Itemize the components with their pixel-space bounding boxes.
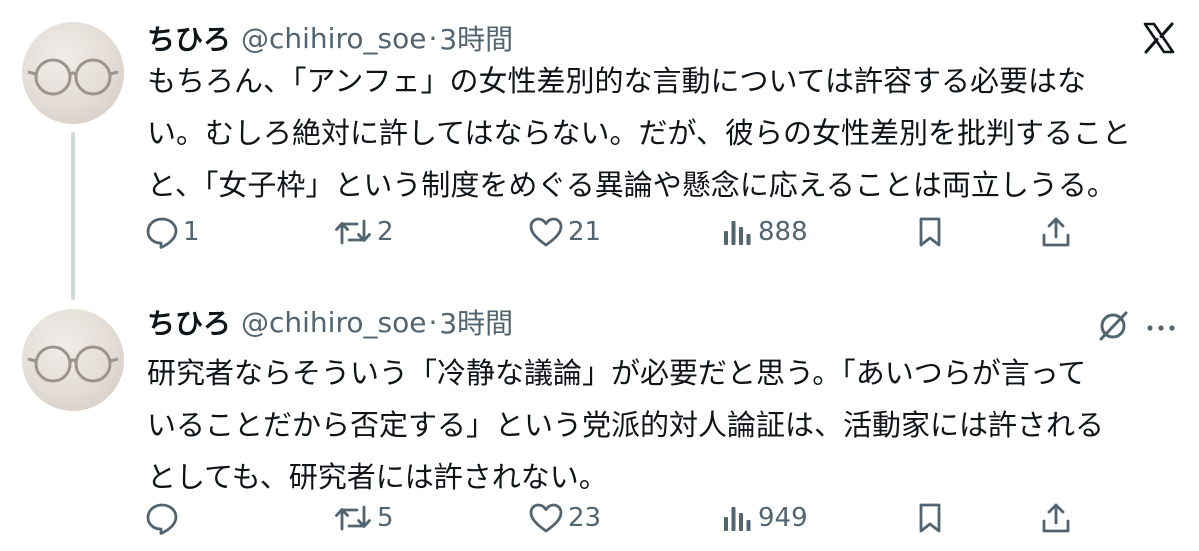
like-count: 23 (568, 503, 602, 533)
tweet-text: 研究者ならそういう「冷静な議論」が必要だと思う。「あいつらが言って いることだか… (147, 347, 1157, 503)
tweet-text: もちろん、「アンフェ」の女性差別的な言動については許容する必要はな い。むしろ絶… (147, 55, 1157, 211)
like-icon (528, 501, 564, 535)
display-name[interactable]: ちひろ (147, 18, 231, 58)
reply-count: 1 (183, 217, 200, 247)
x-logo-icon (1142, 22, 1176, 58)
tweet-header: ちひろ @chihiro_soe · 3時間 (147, 18, 513, 58)
share-icon (1039, 215, 1073, 249)
display-name[interactable]: ちひろ (147, 302, 231, 342)
repost-count: 5 (377, 503, 394, 533)
thread-line (71, 132, 75, 300)
reply-button[interactable]: 1 (145, 212, 200, 252)
share-icon (1039, 501, 1073, 535)
views-icon (720, 501, 754, 535)
tweet-text-line: い。むしろ絶対に許してはならない。だが、彼らの女性差別を批判すること (147, 116, 1131, 150)
bookmark-icon (913, 501, 947, 535)
like-icon (528, 215, 564, 249)
tweet-header: ちひろ @chihiro_soe · 3時間 (147, 302, 513, 342)
repost-icon (333, 215, 373, 249)
avatar[interactable] (22, 309, 124, 411)
views-icon (720, 215, 754, 249)
share-button[interactable] (1039, 498, 1073, 538)
tweet-2[interactable]: ちひろ @chihiro_soe · 3時間 研究者ならそういう「冷静な議論」が… (0, 300, 1199, 551)
timestamp[interactable]: 3時間 (439, 302, 513, 342)
bookmark-button[interactable] (913, 212, 947, 252)
views-button[interactable]: 888 (720, 212, 808, 252)
tweet-text-line: としても、研究者には許されない。 (147, 460, 608, 494)
like-button[interactable]: 21 (528, 212, 601, 252)
avatar[interactable] (22, 22, 124, 124)
timestamp[interactable]: 3時間 (439, 18, 513, 58)
tweet-text-line: もちろん、「アンフェ」の女性差別的な言動については許容する必要はな (147, 64, 1087, 98)
tweet-1[interactable]: ちひろ @chihiro_soe · 3時間 もちろん、「アンフェ」の女性差別的… (0, 0, 1199, 300)
tweet-text-line: いることだから否定する」という党派的対人論証は、活動家には許される (147, 408, 1105, 442)
like-count: 21 (568, 217, 602, 247)
bookmark-button[interactable] (913, 498, 947, 538)
repost-count: 2 (377, 217, 394, 247)
action-bar: 1 2 21 888 (145, 212, 1085, 252)
tweet-text-line: 研究者ならそういう「冷静な議論」が必要だと思う。「あいつらが言って (147, 356, 1087, 390)
user-handle[interactable]: @chihiro_soe (241, 306, 426, 339)
separator-dot: · (428, 305, 438, 339)
repost-button[interactable]: 2 (333, 212, 394, 252)
more-icon[interactable] (1146, 319, 1176, 338)
reply-icon (145, 215, 179, 249)
share-button[interactable] (1039, 212, 1073, 252)
views-count: 949 (758, 503, 808, 533)
user-handle[interactable]: @chihiro_soe (241, 22, 426, 55)
separator-dot: · (428, 21, 438, 55)
repost-icon (333, 501, 373, 535)
reply-button[interactable] (145, 498, 183, 538)
tweet-text-line: と、「女子枠」という制度をめぐる異論や懸念に応えることは両立しうる。 (147, 168, 1116, 202)
grok-icon[interactable] (1096, 309, 1130, 347)
bookmark-icon (913, 215, 947, 249)
reply-icon (145, 501, 179, 535)
views-button[interactable]: 949 (720, 498, 808, 538)
action-bar: 5 23 949 (145, 498, 1085, 538)
repost-button[interactable]: 5 (333, 498, 394, 538)
views-count: 888 (758, 217, 808, 247)
like-button[interactable]: 23 (528, 498, 601, 538)
